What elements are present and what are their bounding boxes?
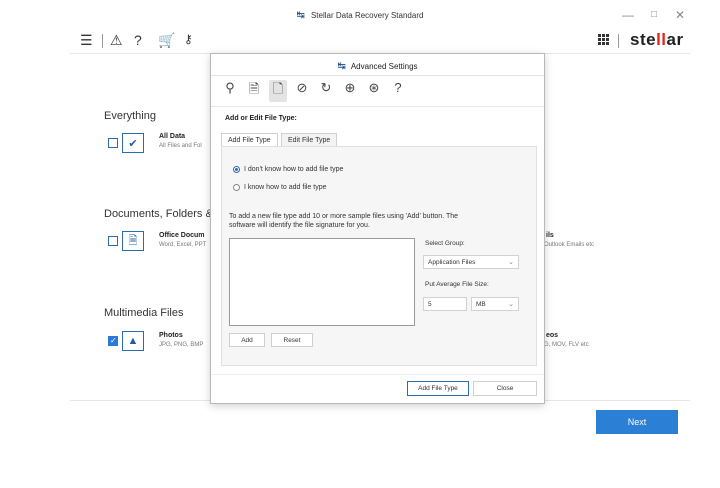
section-multimedia-title: Multimedia Files bbox=[104, 307, 184, 319]
chevron-down-icon: ⌄ bbox=[508, 301, 514, 308]
main-toolbar: ☰ ⚠ ? 🛒 ⚷ stellar bbox=[70, 30, 690, 54]
globe-icon[interactable]: ⊛ bbox=[365, 80, 383, 96]
tab-add-file-type[interactable]: Add File Type bbox=[221, 133, 278, 147]
dialog-header: ↹ Advanced Settings bbox=[211, 54, 544, 76]
toolbar-separator bbox=[618, 34, 619, 48]
help-icon[interactable]: ? bbox=[134, 32, 142, 48]
menu-icon[interactable]: ☰ bbox=[80, 32, 93, 49]
instructions-line-2: software will identify the file signatur… bbox=[229, 222, 370, 229]
reset-button[interactable]: Reset bbox=[271, 333, 313, 347]
all-data-title: All Data bbox=[159, 133, 186, 140]
dialog-title: Advanced Settings bbox=[350, 62, 418, 71]
instructions-line-1: To add a new file type add 10 or more sa… bbox=[229, 213, 459, 220]
apps-grid-icon[interactable] bbox=[598, 34, 610, 46]
radio-dont-know-label: I don't know how to add file type bbox=[244, 166, 344, 173]
section-everything-title: Everything bbox=[104, 110, 156, 122]
stellar-logo-icon: ↹ bbox=[337, 61, 346, 72]
advanced-settings-dialog: ↹ Advanced Settings ⚲ 🗎 🗋 ⊘ ↻ ⊕ ⊛ ? Add o… bbox=[210, 53, 545, 404]
window-title-text: Stellar Data Recovery Standard bbox=[310, 11, 424, 20]
office-documents-title: Office Docum bbox=[159, 232, 205, 239]
tab-edit-file-type[interactable]: Edit File Type bbox=[281, 133, 338, 147]
file-list-icon[interactable]: 🗎 bbox=[245, 80, 263, 102]
close-window-button[interactable]: ✕ bbox=[672, 8, 688, 22]
title-bar: ↹ Stellar Data Recovery Standard — □ ✕ bbox=[0, 0, 720, 32]
sample-files-list[interactable] bbox=[229, 238, 415, 326]
next-button[interactable]: Next bbox=[596, 410, 678, 434]
check-tile-icon[interactable]: ✔ bbox=[122, 133, 144, 153]
radio-selected-icon bbox=[233, 166, 240, 173]
maximize-button[interactable]: □ bbox=[646, 9, 662, 20]
add-file-type-button[interactable]: Add File Type bbox=[407, 381, 469, 396]
close-dialog-button[interactable]: Close bbox=[473, 381, 537, 396]
help-icon[interactable]: ? bbox=[389, 80, 407, 95]
stellar-logo-icon: ↹ bbox=[296, 10, 305, 21]
select-group-value: Application Files bbox=[428, 259, 476, 266]
radio-unselected-icon bbox=[233, 184, 240, 191]
select-group-label: Select Group: bbox=[425, 240, 465, 247]
instructions-text: To add a new file type add 10 or more sa… bbox=[229, 212, 519, 230]
minimize-button[interactable]: — bbox=[620, 8, 636, 22]
cleanup-icon[interactable]: ⚠ bbox=[110, 32, 123, 49]
emails-title: ils bbox=[546, 232, 554, 239]
photos-title: Photos bbox=[159, 332, 183, 339]
check-circle-icon[interactable]: ⊘ bbox=[293, 80, 311, 96]
photos-subtitle: JPG, PNG, BMP bbox=[159, 342, 204, 348]
all-data-checkbox[interactable] bbox=[108, 138, 118, 148]
photo-icon[interactable]: ▲ bbox=[122, 331, 144, 351]
cart-icon[interactable]: 🛒 bbox=[158, 32, 175, 49]
radio-know[interactable]: I know how to add file type bbox=[233, 184, 327, 191]
upload-icon[interactable]: ⊕ bbox=[341, 80, 359, 96]
add-file-type-icon[interactable]: 🗋 bbox=[269, 80, 287, 102]
emails-subtitle: Outlook Emails etc bbox=[544, 242, 595, 248]
office-documents-subtitle: Word, Excel, PPT bbox=[159, 242, 207, 248]
avg-file-size-label: Put Average File Size: bbox=[425, 281, 489, 288]
radio-know-label: I know how to add file type bbox=[244, 184, 327, 191]
size-unit-value: MB bbox=[476, 301, 486, 308]
videos-subtitle: G, MOV, FLV etc bbox=[544, 342, 589, 348]
window-title: ↹ Stellar Data Recovery Standard bbox=[0, 10, 720, 21]
stellar-brand-logo: stellar bbox=[630, 30, 684, 49]
avg-file-size-input[interactable]: 5 bbox=[423, 297, 467, 311]
size-unit-dropdown[interactable]: MB ⌄ bbox=[471, 297, 519, 311]
videos-title: eos bbox=[546, 332, 559, 339]
add-edit-file-type-heading: Add or Edit File Type: bbox=[225, 115, 297, 122]
key-icon[interactable]: ⚷ bbox=[184, 32, 193, 46]
all-data-subtitle: All Files and Fol bbox=[159, 143, 202, 149]
section-documents-title: Documents, Folders & bbox=[104, 208, 213, 220]
document-icon[interactable]: 🗎 bbox=[122, 231, 144, 251]
chevron-down-icon: ⌄ bbox=[508, 259, 514, 266]
add-sample-button[interactable]: Add bbox=[229, 333, 265, 347]
search-icon[interactable]: ⚲ bbox=[221, 80, 239, 96]
select-group-dropdown[interactable]: Application Files ⌄ bbox=[423, 255, 519, 269]
icon-bar-divider bbox=[211, 106, 544, 107]
office-documents-checkbox[interactable] bbox=[108, 236, 118, 246]
radio-dont-know[interactable]: I don't know how to add file type bbox=[233, 166, 343, 173]
dialog-footer-divider bbox=[211, 374, 544, 375]
refresh-icon[interactable]: ↻ bbox=[317, 80, 335, 96]
toolbar-separator bbox=[102, 34, 103, 48]
photos-checkbox[interactable] bbox=[108, 336, 118, 346]
